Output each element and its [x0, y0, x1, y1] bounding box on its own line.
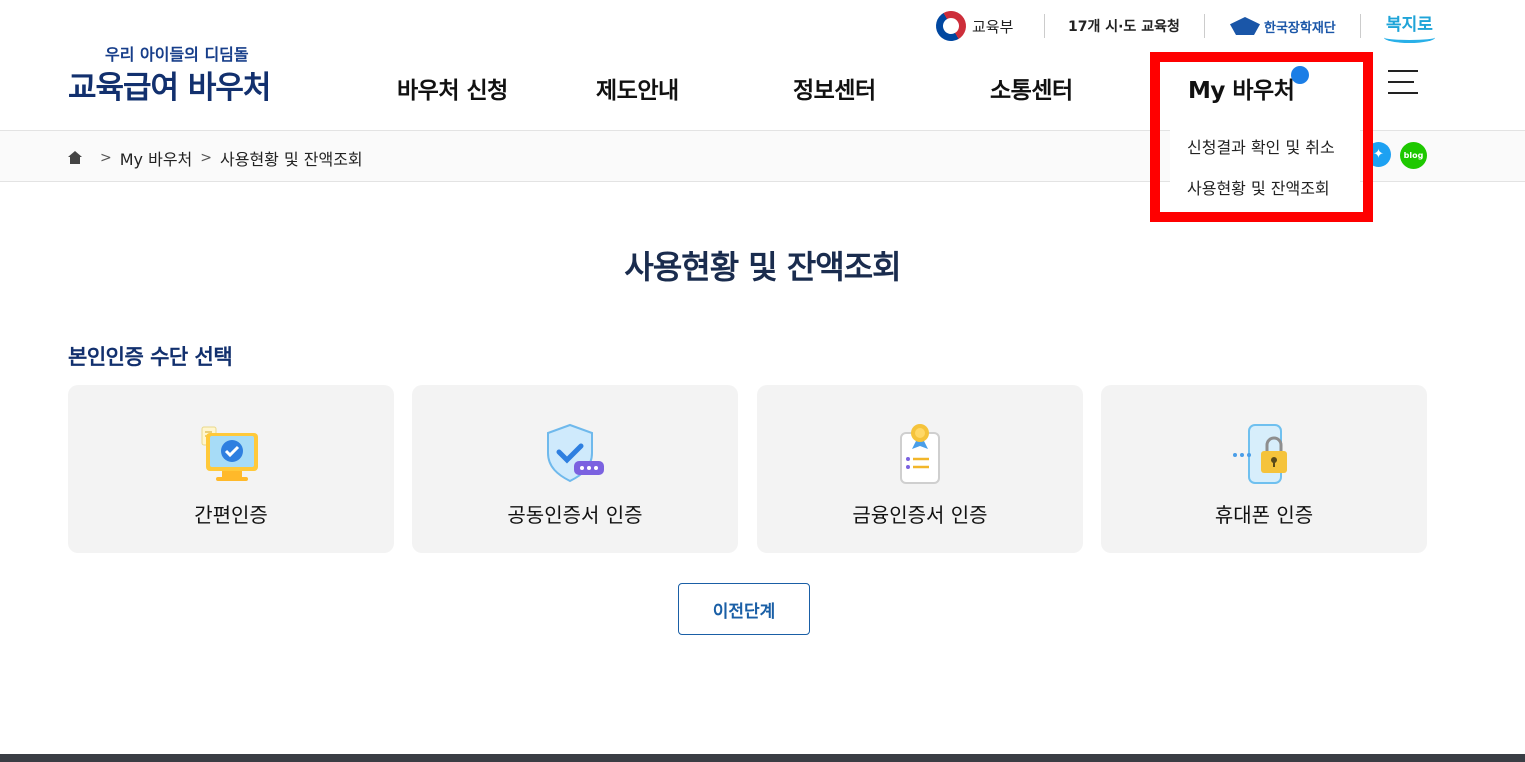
- breadcrumb: > My 바우처 > 사용현황 및 잔액조회: [68, 146, 363, 170]
- offices-link[interactable]: 17개 시·도 교육청: [1068, 12, 1180, 40]
- footer: [0, 754, 1525, 762]
- auth-card-financial-cert[interactable]: 금융인증서 인증: [757, 385, 1083, 553]
- chevron-right-icon: >: [200, 150, 212, 166]
- kosaf-link[interactable]: 한국장학재단: [1230, 12, 1336, 40]
- offices-label: 17개 시·도 교육청: [1068, 19, 1180, 35]
- shield-check-icon: [547, 423, 604, 483]
- kosaf-label: 한국장학재단: [1264, 20, 1336, 36]
- gnb-voucher-apply[interactable]: 바우처 신청: [397, 71, 508, 105]
- gnb-info-center[interactable]: 정보센터: [793, 71, 876, 105]
- gnb-system-guide[interactable]: 제도안내: [596, 71, 679, 105]
- card-label: 간편인증: [194, 503, 268, 527]
- certificate-icon: [900, 424, 940, 484]
- menu-icon[interactable]: [1388, 70, 1418, 96]
- auth-card-phone[interactable]: 휴대폰 인증: [1101, 385, 1427, 553]
- page: 교육부 17개 시·도 교육청 한국장학재단 복지로 우리 아이들의 디딤돌 교…: [0, 0, 1525, 762]
- page-title: 사용현황 및 잔액조회: [624, 248, 901, 286]
- breadcrumb-item-current: 사용현황 및 잔액조회: [220, 150, 363, 169]
- section-title: 본인인증 수단 선택: [68, 345, 233, 369]
- logo-title: 교육급여 바우처: [68, 70, 271, 106]
- auth-card-joint-cert[interactable]: 공동인증서 인증: [412, 385, 738, 553]
- moe-emblem-icon: [930, 5, 972, 47]
- blog-share-icon[interactable]: blog: [1400, 142, 1427, 169]
- utility-divider: [1360, 14, 1361, 38]
- bokjiro-label: 복지로: [1384, 10, 1435, 43]
- card-label: 금융인증서 인증: [852, 503, 988, 527]
- moe-link[interactable]: 교육부: [930, 5, 1014, 47]
- utility-divider: [1204, 14, 1205, 38]
- moe-label: 교육부: [972, 17, 1014, 36]
- chevron-right-icon: >: [100, 150, 112, 166]
- card-label: 공동인증서 인증: [507, 503, 643, 527]
- auth-card-simple[interactable]: 간편인증: [68, 385, 394, 553]
- gnb-comm-center[interactable]: 소통센터: [990, 71, 1073, 105]
- utility-divider: [1044, 14, 1045, 38]
- phone-lock-icon: [1233, 424, 1287, 484]
- home-icon[interactable]: [68, 151, 82, 165]
- monitor-check-icon: [201, 426, 258, 481]
- prev-step-button[interactable]: 이전단계: [678, 583, 810, 635]
- bokjiro-link[interactable]: 복지로: [1384, 8, 1435, 43]
- highlight-box: [1150, 52, 1373, 222]
- card-label: 휴대폰 인증: [1214, 503, 1314, 527]
- breadcrumb-item[interactable]: My 바우처: [120, 146, 193, 170]
- kosaf-logo-icon: [1230, 17, 1260, 35]
